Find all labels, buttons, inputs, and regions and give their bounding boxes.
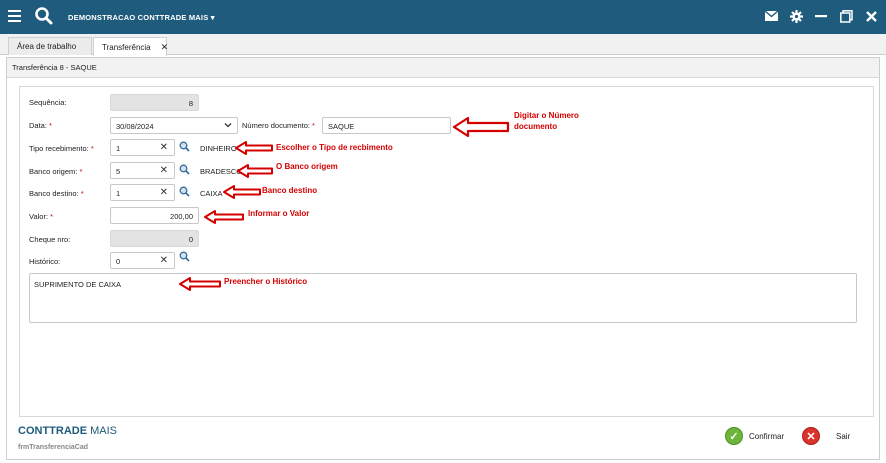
search-icon[interactable] bbox=[179, 164, 190, 175]
restore-icon[interactable] bbox=[839, 9, 853, 23]
clear-icon[interactable]: ✕ bbox=[160, 187, 168, 198]
annotation-destino: Banco destino bbox=[262, 186, 318, 195]
label-banco-origem: Banco origem: * bbox=[29, 167, 82, 176]
numero-documento-value: SAQUE bbox=[328, 122, 355, 131]
gear-icon[interactable] bbox=[789, 9, 803, 23]
banco-origem-value: 5 bbox=[116, 167, 121, 176]
exit-button[interactable]: ✕ Sair bbox=[802, 427, 850, 445]
banco-destino-desc: CAIXA bbox=[200, 189, 223, 198]
label-valor: Valor: * bbox=[29, 212, 53, 221]
required-mark: * bbox=[79, 167, 83, 176]
form-code: frmTransferenciaCad bbox=[18, 444, 89, 451]
brand-main: CONTTRADE bbox=[18, 425, 88, 437]
label-numero-documento: Número documento: * bbox=[242, 121, 315, 130]
annotation-numero: Digitar o Número documento bbox=[514, 111, 579, 131]
label-historico: Histórico: bbox=[29, 257, 61, 266]
sequencia-field: 8 bbox=[110, 94, 199, 111]
annotation-arrow-icon bbox=[452, 116, 510, 138]
required-mark: * bbox=[80, 189, 84, 198]
label-banco-destino: Banco destino: * bbox=[29, 189, 84, 198]
label-numero-text: Número documento: bbox=[242, 121, 310, 130]
app-title[interactable]: DEMONSTRACAO CONTTRADE MAIS ▾ bbox=[68, 13, 215, 22]
clear-icon[interactable]: ✕ bbox=[160, 142, 168, 153]
tipo-recebimento-input[interactable]: 1 ✕ bbox=[110, 139, 175, 156]
search-icon[interactable] bbox=[179, 251, 190, 262]
historico-text: SUPRIMENTO DE CAIXA bbox=[34, 280, 121, 289]
required-mark: * bbox=[312, 121, 315, 130]
historico-input[interactable]: 0 ✕ bbox=[110, 252, 175, 269]
banco-destino-value: 1 bbox=[116, 189, 121, 198]
label-origem-text: Banco origem: bbox=[29, 167, 78, 176]
tab-transferencia[interactable]: Transferência ✕ bbox=[93, 37, 169, 56]
search-icon[interactable] bbox=[179, 141, 190, 152]
numero-documento-input[interactable]: SAQUE bbox=[322, 117, 451, 134]
check-icon: ✓ bbox=[725, 427, 743, 445]
confirm-button[interactable]: ✓ Confirmar bbox=[725, 427, 784, 445]
tipo-recebimento-value: 1 bbox=[116, 144, 121, 153]
annotation-arrow-icon bbox=[235, 141, 273, 155]
label-data: Data: * bbox=[29, 121, 52, 130]
required-mark: * bbox=[49, 121, 52, 130]
annotation-historico: Preencher o Histórico bbox=[224, 277, 308, 286]
annotation-arrow-icon bbox=[223, 185, 261, 199]
search-icon[interactable] bbox=[179, 186, 190, 197]
tipo-recebimento-desc: DINHEIRO bbox=[200, 144, 237, 153]
minimize-icon[interactable] bbox=[814, 9, 828, 23]
valor-input[interactable]: 200,00 bbox=[110, 207, 199, 224]
label-cheque-nro: Cheque nro: bbox=[29, 235, 71, 244]
required-mark: * bbox=[90, 144, 94, 153]
label-sequencia: Sequência: bbox=[29, 98, 67, 107]
label-tipo-text: Tipo recebimento: bbox=[29, 144, 89, 153]
exit-icon: ✕ bbox=[802, 427, 820, 445]
clear-icon[interactable]: ✕ bbox=[160, 165, 168, 176]
tab-label: Área de trabalho bbox=[17, 42, 77, 51]
annotation-arrow-icon bbox=[204, 210, 244, 224]
search-icon[interactable] bbox=[34, 6, 54, 26]
annotation-tipo: Escolher o Tipo de recbimento bbox=[276, 143, 393, 152]
annotation-arrow-icon bbox=[237, 164, 273, 178]
banco-origem-input[interactable]: 5 ✕ bbox=[110, 162, 175, 179]
label-valor-text: Valor: bbox=[29, 212, 49, 221]
clear-icon[interactable]: ✕ bbox=[160, 255, 168, 266]
annotation-valor: Informar o Valor bbox=[248, 209, 310, 218]
historico-value: 0 bbox=[116, 257, 121, 266]
banco-destino-input[interactable]: 1 ✕ bbox=[110, 184, 175, 201]
exit-label: Sair bbox=[836, 431, 851, 441]
confirm-label: Confirmar bbox=[749, 431, 785, 441]
brand-sub: MAIS bbox=[90, 425, 118, 437]
sequencia-value: 8 bbox=[188, 99, 193, 108]
mail-icon[interactable] bbox=[764, 9, 778, 23]
label-destino-text: Banco destino: bbox=[29, 189, 79, 198]
tab-bar: Área de trabalho Transferência ✕ bbox=[0, 34, 886, 56]
historico-textarea[interactable]: SUPRIMENTO DE CAIXA bbox=[29, 273, 857, 323]
top-bar: DEMONSTRACAO CONTTRADE MAIS ▾ bbox=[0, 0, 886, 34]
tab-label: Transferência bbox=[102, 43, 151, 52]
annotation-origem: O Banco origem bbox=[276, 162, 338, 171]
data-field[interactable]: 30/08/2024 bbox=[110, 117, 238, 134]
annotation-arrow-icon bbox=[179, 277, 221, 291]
tab-area-de-trabalho[interactable]: Área de trabalho bbox=[8, 37, 92, 55]
close-icon[interactable] bbox=[864, 9, 878, 23]
panel-title: Transferência 8 - SAQUE bbox=[7, 58, 879, 78]
label-tipo-recebimento: Tipo recebimento: * bbox=[29, 144, 94, 153]
chevron-down-icon[interactable] bbox=[224, 121, 232, 131]
cheque-nro-field: 0 bbox=[110, 230, 199, 247]
label-data-text: Data: bbox=[29, 121, 47, 130]
close-tab-icon[interactable]: ✕ bbox=[161, 42, 169, 52]
required-mark: * bbox=[50, 212, 54, 221]
cheque-nro-value: 0 bbox=[188, 235, 193, 244]
brand-logo: CONTTRADE MAIS bbox=[18, 425, 117, 437]
menu-icon[interactable] bbox=[8, 10, 21, 23]
valor-value: 200,00 bbox=[170, 212, 193, 221]
data-value: 30/08/2024 bbox=[116, 122, 154, 131]
